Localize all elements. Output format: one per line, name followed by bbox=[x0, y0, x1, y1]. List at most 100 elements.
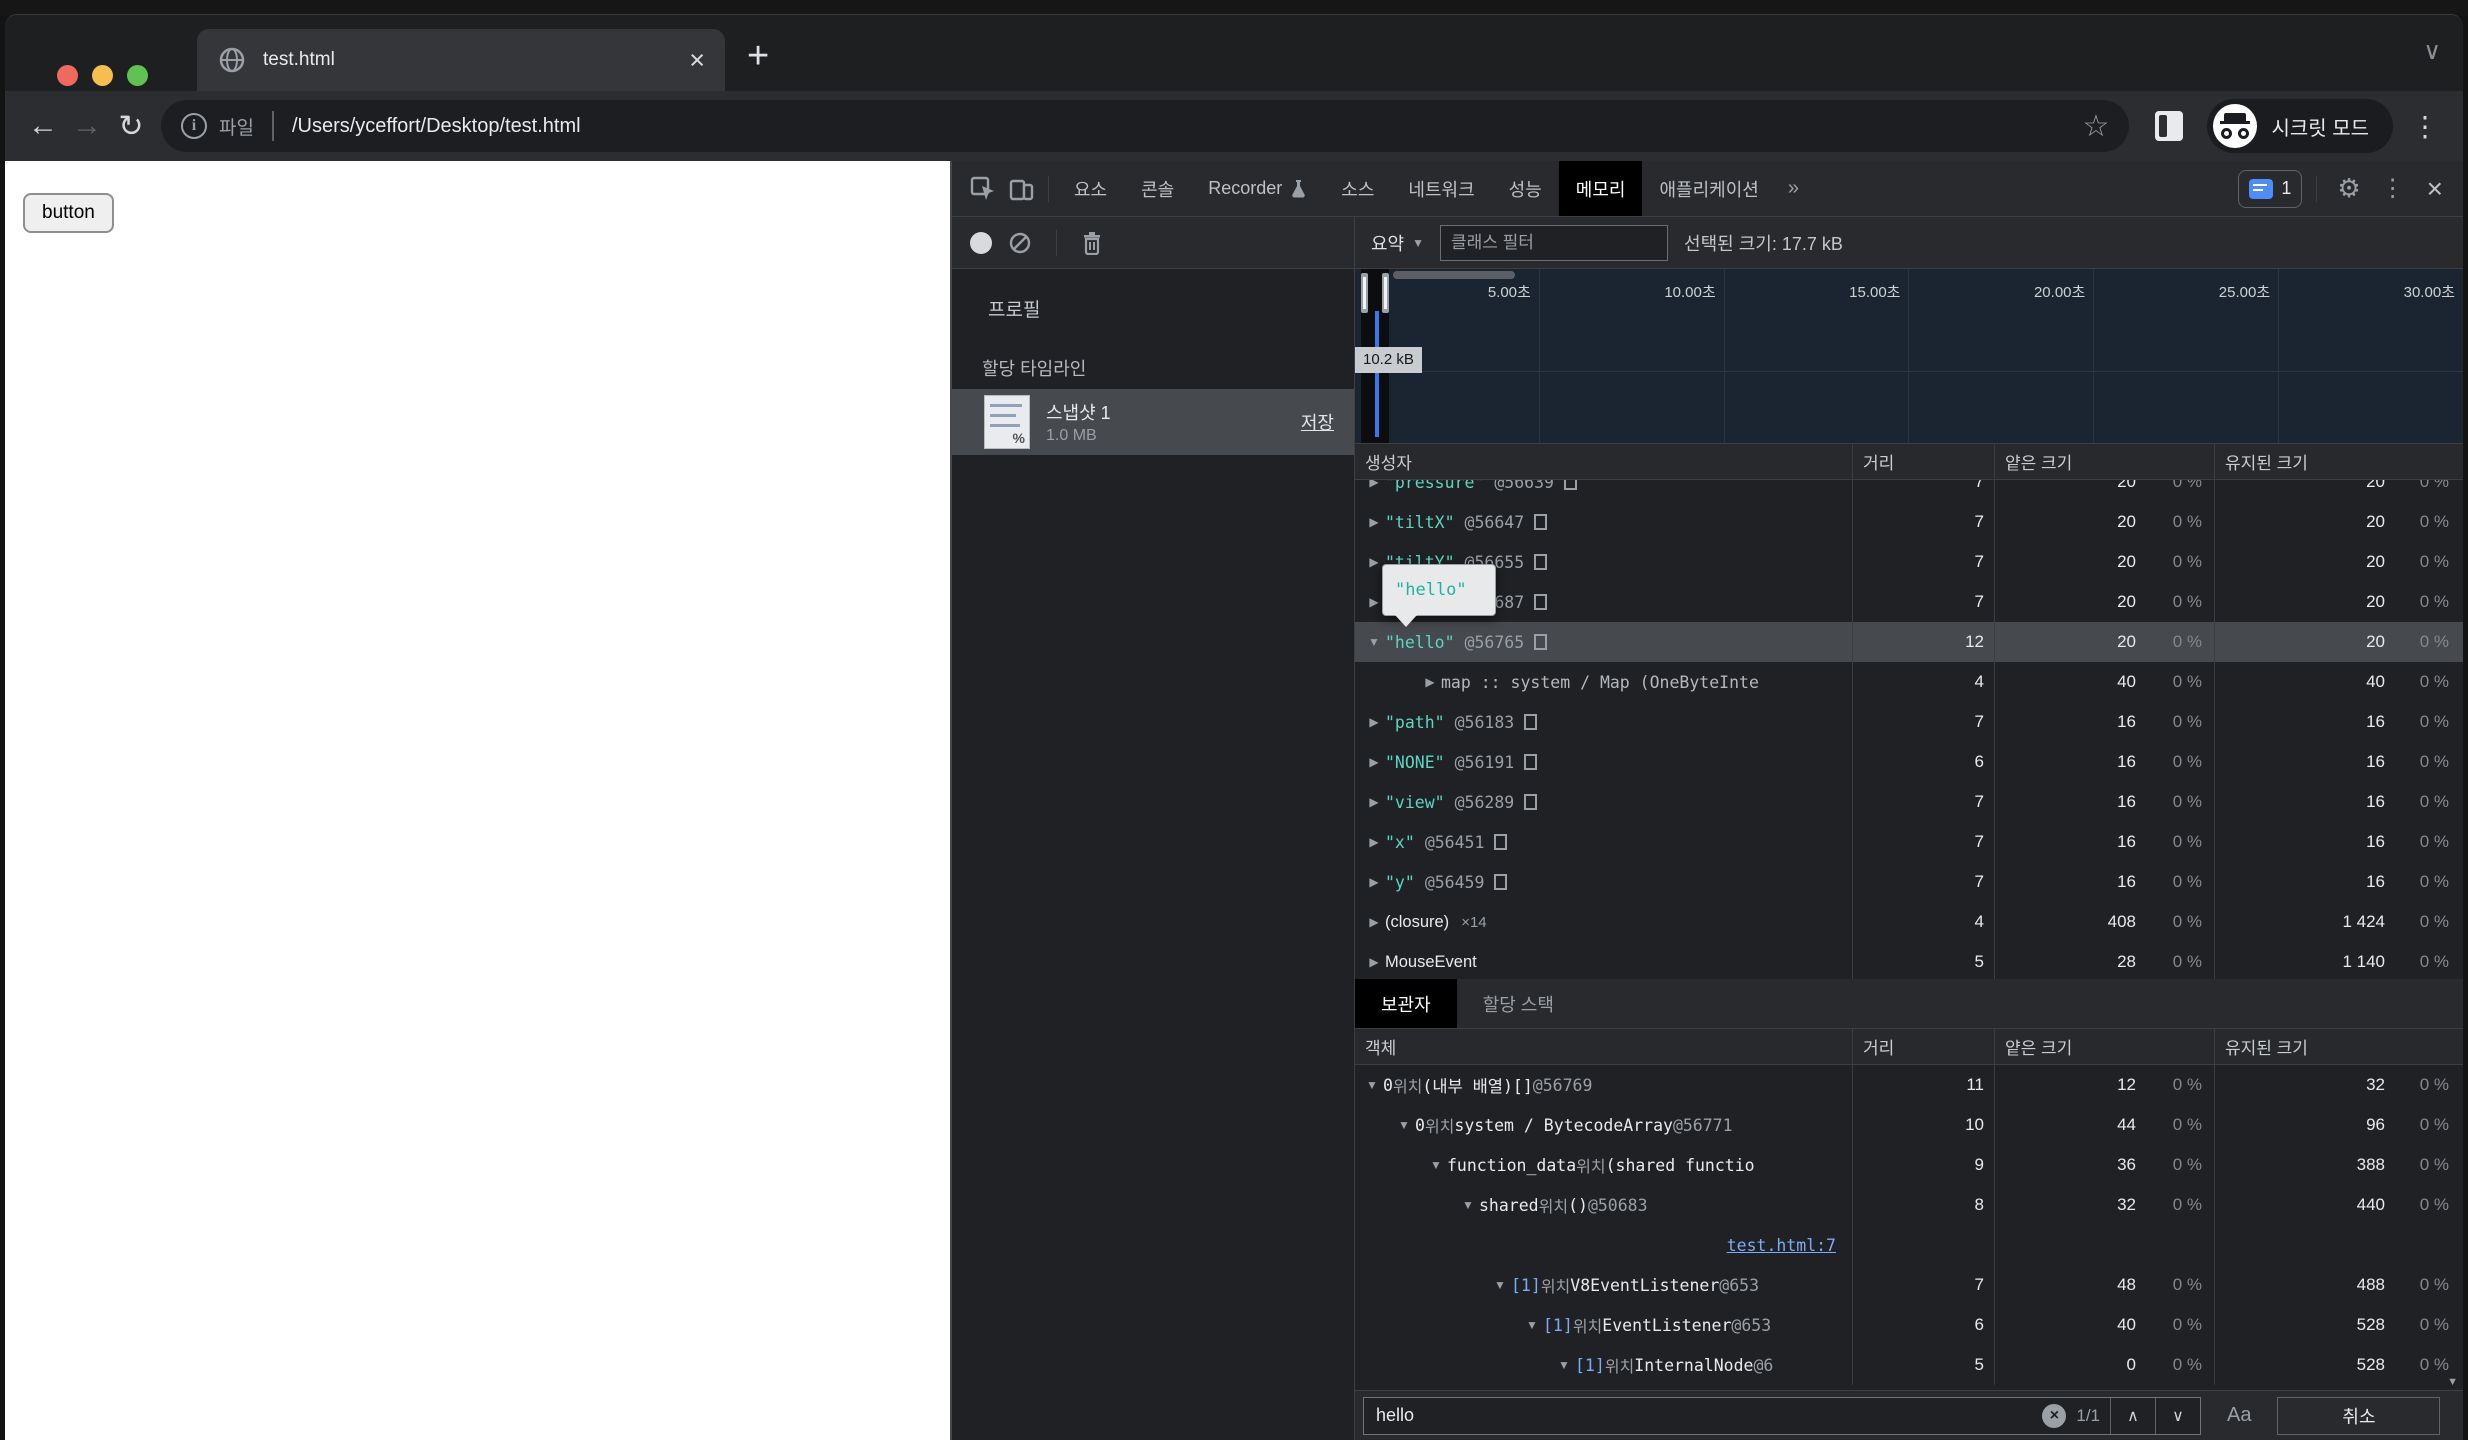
search-prev-icon[interactable]: ∧ bbox=[2111, 1398, 2155, 1434]
search-cancel-button[interactable]: 취소 bbox=[2277, 1396, 2441, 1435]
retainer-row[interactable]: ▼ 0 위치 system / BytecodeArray @56771 10 44 0… bbox=[1355, 1105, 2463, 1145]
expand-caret-icon[interactable]: ▼ bbox=[1425, 1158, 1447, 1172]
heap-row[interactable]: ▶ map :: system / Map (OneByteInte 4 40 0 % 4… bbox=[1355, 662, 2463, 702]
devtools-tab-콘솔[interactable]: 콘솔 bbox=[1124, 161, 1191, 216]
heap-row[interactable]: ▶ "view" @56289 7 16 0 % 16 0 % bbox=[1355, 782, 2463, 822]
object-preview-icon[interactable] bbox=[1524, 754, 1538, 770]
search-box[interactable]: × 1/1 ∧ ∨ bbox=[1363, 1396, 2201, 1435]
retainers-tab-할당 스택[interactable]: 할당 스택 bbox=[1457, 979, 1580, 1028]
heap-row[interactable]: ▶ (closure) ×14 4 408 0 % 1 424 0 % bbox=[1355, 902, 2463, 942]
bookmark-star-icon[interactable]: ☆ bbox=[2083, 109, 2110, 144]
devtools-tab-네트워크[interactable]: 네트워크 bbox=[1391, 161, 1491, 216]
object-preview-icon[interactable] bbox=[1563, 480, 1577, 490]
browser-tab[interactable]: test.html × bbox=[197, 29, 725, 91]
heap-row[interactable]: ▼ "hello" @56765 12 20 0 % 20 0 % bbox=[1355, 622, 2463, 662]
expand-caret-icon[interactable]: ▼ bbox=[1393, 1118, 1415, 1132]
retainer-row[interactable]: test.html:7 bbox=[1355, 1225, 2463, 1265]
object-preview-icon[interactable] bbox=[1494, 874, 1508, 890]
expand-caret-icon[interactable]: ▶ bbox=[1363, 515, 1385, 529]
search-next-icon[interactable]: ∨ bbox=[2156, 1398, 2200, 1434]
retainer-row[interactable]: ▼ shared 위치 () @50683 8 32 0 % 440 0 % bbox=[1355, 1185, 2463, 1225]
col-constructor[interactable]: 생성자 bbox=[1355, 444, 1852, 479]
object-preview-icon[interactable] bbox=[1534, 634, 1548, 650]
page-button[interactable]: button bbox=[23, 193, 114, 233]
expand-caret-icon[interactable]: ▼ bbox=[1457, 1198, 1479, 1212]
snapshot-item[interactable]: % 스냅샷 1 1.0 MB 저장 bbox=[952, 389, 1354, 455]
heap-row[interactable]: ▶ "x" @56451 7 16 0 % 16 0 % bbox=[1355, 822, 2463, 862]
heap-row[interactable]: ▶ "tiltX" @56647 7 20 0 % 20 0 % bbox=[1355, 502, 2463, 542]
snapshot-save-link[interactable]: 저장 bbox=[1301, 409, 1334, 435]
devtools-tab-소스[interactable]: 소스 bbox=[1324, 161, 1391, 216]
issues-counter[interactable]: 1 bbox=[2238, 169, 2303, 208]
heap-row[interactable]: ▶ "pressure" @56639 7 20 0 % 20 0 % bbox=[1355, 480, 2463, 502]
search-input[interactable] bbox=[1364, 1405, 2043, 1426]
close-window-button[interactable] bbox=[57, 65, 78, 86]
forward-button[interactable]: → bbox=[65, 109, 109, 143]
back-button[interactable]: ← bbox=[21, 109, 65, 143]
devtools-tab-애플리케이션[interactable]: 애플리케이션 bbox=[1642, 161, 1775, 216]
retainer-row[interactable]: ▼ function_data 위치 (shared functio 9 36 0 % 3… bbox=[1355, 1145, 2463, 1185]
retainers-tab-보관자[interactable]: 보관자 bbox=[1355, 979, 1457, 1028]
expand-caret-icon[interactable]: ▼ bbox=[1553, 1358, 1575, 1372]
site-info-icon[interactable]: i bbox=[181, 113, 207, 139]
class-filter-input[interactable] bbox=[1440, 224, 1669, 261]
col-shallow-size[interactable]: 얕은 크기 bbox=[1994, 444, 2214, 479]
retainer-row[interactable]: ▼ 0 위치 (내부 배열)[] @56769 11 12 0 % 32 0 % bbox=[1355, 1065, 2463, 1105]
object-preview-icon[interactable] bbox=[1494, 834, 1508, 850]
expand-caret-icon[interactable]: ▼ bbox=[1489, 1278, 1511, 1292]
devtools-close-icon[interactable]: × bbox=[2419, 173, 2451, 205]
trash-icon[interactable] bbox=[1081, 231, 1103, 255]
expand-caret-icon[interactable]: ▶ bbox=[1363, 480, 1385, 489]
object-preview-icon[interactable] bbox=[1524, 714, 1538, 730]
timeline-scrollbar[interactable] bbox=[1393, 271, 1515, 279]
expand-caret-icon[interactable]: ▶ bbox=[1419, 675, 1441, 689]
selection-handle-right[interactable] bbox=[1382, 273, 1389, 313]
browser-menu-icon[interactable]: ⋮ bbox=[2411, 110, 2439, 143]
col-distance[interactable]: 거리 bbox=[1852, 444, 1994, 479]
retainer-row[interactable]: ▼ [1] 위치 InternalNode @6 5 0 0 % 528 0 % bbox=[1355, 1345, 2463, 1385]
devtools-tab-성능[interactable]: 성능 bbox=[1492, 161, 1559, 216]
record-heap-icon[interactable] bbox=[970, 231, 992, 254]
heap-row[interactable]: ▶ "tiltY" @56655 7 20 0 % 20 0 % bbox=[1355, 542, 2463, 582]
reload-button[interactable]: ↻ bbox=[109, 109, 153, 144]
expand-caret-icon[interactable]: ▶ bbox=[1363, 715, 1385, 729]
devtools-tab-메모리[interactable]: 메모리 bbox=[1558, 161, 1643, 216]
tab-close-icon[interactable]: × bbox=[689, 46, 705, 74]
perspective-select[interactable]: 요약 ▼ bbox=[1371, 230, 1424, 256]
minimize-window-button[interactable] bbox=[92, 65, 113, 86]
device-toolbar-icon[interactable] bbox=[1002, 169, 1040, 209]
expand-caret-icon[interactable]: ▶ bbox=[1363, 755, 1385, 769]
retainer-row[interactable]: ▼ [1] 위치 V8EventListener @653 7 48 0 % 488 0 % bbox=[1355, 1265, 2463, 1305]
allocation-timeline[interactable]: 5.00초 10.00초 15.00초 20.00초 25.00초 30.00초 10.2… bbox=[1355, 269, 2463, 444]
heap-row[interactable]: ▶ "y" @56459 7 16 0 % 16 0 % bbox=[1355, 862, 2463, 902]
col-shallow-size-2[interactable]: 얕은 크기 bbox=[1994, 1029, 2214, 1064]
col-object[interactable]: 객체 bbox=[1355, 1029, 1852, 1064]
scroll-down-icon[interactable]: ▼ bbox=[2447, 1376, 2458, 1388]
heap-row[interactable]: ▶ "NONE" @56191 6 16 0 % 16 0 % bbox=[1355, 742, 2463, 782]
heap-row[interactable]: ▶"hello"@566877200 %200 % bbox=[1355, 582, 2463, 622]
object-preview-icon[interactable] bbox=[1524, 794, 1538, 810]
object-preview-icon[interactable] bbox=[1534, 514, 1548, 530]
match-case-toggle[interactable]: Aa bbox=[2227, 1404, 2251, 1427]
zoom-window-button[interactable] bbox=[127, 65, 148, 86]
inspect-element-icon[interactable] bbox=[964, 169, 1002, 209]
url-text[interactable]: /Users/yceffort/Desktop/test.html bbox=[292, 115, 2071, 138]
more-tabs-chevron[interactable]: » bbox=[1776, 177, 1811, 200]
expand-caret-icon[interactable]: ▼ bbox=[1363, 635, 1385, 649]
devtools-tab-요소[interactable]: 요소 bbox=[1057, 161, 1124, 216]
side-panel-icon[interactable] bbox=[2155, 111, 2184, 141]
selection-handle-left[interactable] bbox=[1361, 273, 1368, 313]
expand-caret-icon[interactable]: ▶ bbox=[1363, 875, 1385, 889]
devtools-menu-icon[interactable]: ⋮ bbox=[2381, 174, 2405, 203]
expand-caret-icon[interactable]: ▼ bbox=[1521, 1318, 1543, 1332]
clear-profiles-icon[interactable] bbox=[1008, 231, 1032, 255]
col-retained-size[interactable]: 유지된 크기 bbox=[2214, 444, 2463, 479]
object-preview-icon[interactable] bbox=[1534, 594, 1548, 610]
expand-caret-icon[interactable]: ▶ bbox=[1363, 835, 1385, 849]
devtools-tab-Recorder[interactable]: Recorder bbox=[1191, 161, 1324, 216]
tab-search-chevron-icon[interactable]: ∨ bbox=[2423, 37, 2441, 66]
col-distance-2[interactable]: 거리 bbox=[1852, 1029, 1994, 1064]
expand-caret-icon[interactable]: ▶ bbox=[1363, 795, 1385, 809]
source-location-link[interactable]: test.html:7 bbox=[1727, 1236, 1852, 1255]
settings-gear-icon[interactable]: ⚙ bbox=[2331, 173, 2366, 204]
